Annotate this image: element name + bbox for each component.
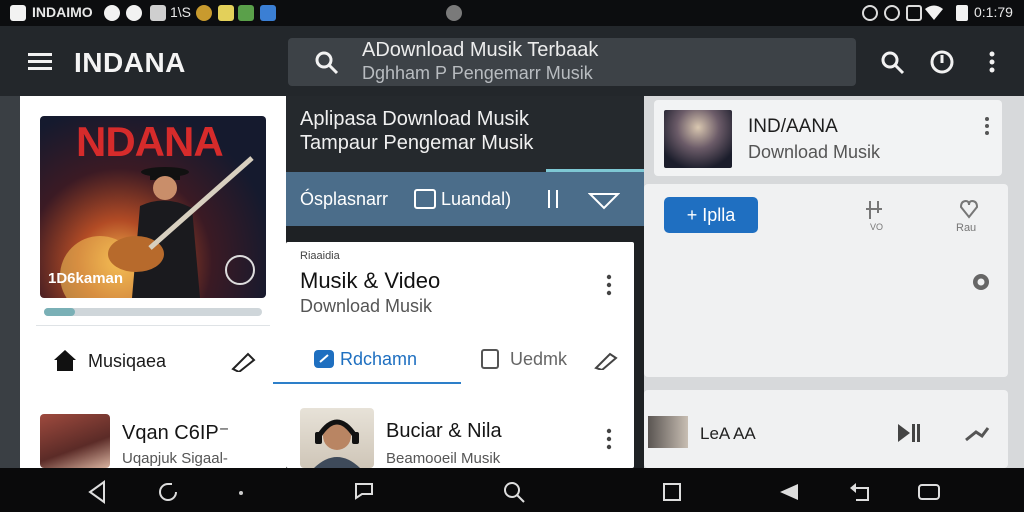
track-thumbnail[interactable] — [40, 414, 110, 468]
nav-back-icon[interactable] — [86, 480, 108, 504]
music-note-icon[interactable] — [862, 199, 886, 223]
vibrate-icon — [884, 5, 900, 21]
progress-fill — [44, 308, 75, 316]
nav-search-icon[interactable] — [502, 480, 526, 504]
search-icon — [315, 51, 339, 75]
gear-icon[interactable] — [970, 271, 992, 293]
battery-icon — [956, 5, 968, 21]
search-action-icon[interactable] — [880, 50, 906, 76]
tab-music[interactable]: Musiqaea — [88, 351, 166, 372]
playlist-icon — [314, 350, 334, 368]
status-bar: INDAIMO 1\S 0:1:79 — [0, 0, 1024, 26]
nfc-icon — [906, 5, 922, 21]
card-subtitle: Download Musik — [300, 296, 433, 316]
download-box-icon[interactable] — [414, 189, 436, 209]
wifi-icon — [925, 5, 943, 20]
music-note-label: VO — [870, 222, 884, 232]
home-icon[interactable] — [52, 348, 78, 372]
play-pause-icon[interactable] — [896, 422, 920, 444]
heart-icon[interactable] — [958, 199, 980, 219]
artist-more-icon[interactable] — [982, 116, 992, 136]
nav-rotate-icon[interactable] — [156, 480, 180, 504]
next-icon[interactable] — [964, 424, 990, 444]
left-edge — [0, 96, 20, 468]
list-more-icon[interactable] — [604, 428, 614, 450]
toolbar-item-1[interactable]: Ósplasnarr — [300, 189, 388, 210]
artist-card-subtitle: Download Musik — [748, 142, 881, 162]
mini-player[interactable] — [644, 390, 1008, 468]
nav-dot-icon — [239, 491, 243, 495]
toolbar-item-2[interactable]: Luandal) — [441, 189, 511, 210]
app-title: INDANA — [74, 47, 186, 78]
edit-icon[interactable] — [230, 350, 260, 372]
equalizer-icon[interactable] — [543, 188, 563, 210]
nav-undo-icon[interactable] — [848, 480, 872, 504]
mini-player-title: LeA AA — [700, 424, 756, 443]
share-icon[interactable] — [588, 190, 620, 210]
status-app-label: INDAIMO — [32, 4, 93, 20]
concert-thumbnail[interactable] — [664, 110, 732, 168]
nav-switch-icon[interactable] — [916, 480, 942, 504]
nav-back-filled-icon[interactable] — [778, 482, 800, 502]
search-suggestion[interactable]: Dghham P Pengemarr Musik — [362, 63, 593, 84]
notes-icon — [218, 5, 234, 21]
tab-other[interactable]: Uedmk — [510, 349, 567, 370]
menu-icon[interactable] — [28, 52, 54, 72]
file-icon — [238, 5, 254, 21]
promo-title-line1: Aplipasa Download Musik — [300, 108, 530, 130]
card-more-icon[interactable] — [604, 274, 614, 296]
mini-player-thumbnail — [648, 416, 688, 448]
shield-icon — [260, 5, 276, 21]
messenger-icon — [126, 5, 142, 21]
library-icon[interactable] — [480, 348, 502, 372]
play-button[interactable]: + Iplla — [664, 197, 758, 233]
promo-title-line2: Tampaur Pengemar Musik — [300, 132, 534, 154]
artist-subtitle: Beamooeil Musik — [386, 450, 501, 467]
chat-icon — [104, 5, 120, 21]
card-small-label: Riaaidia — [300, 250, 340, 262]
divider — [36, 325, 270, 326]
camera-dot-icon — [446, 5, 462, 21]
artist-thumbnail[interactable] — [300, 408, 374, 468]
tab-active[interactable]: Rdchamn — [340, 349, 417, 370]
chrome-icon — [196, 5, 212, 21]
headphones-person-illustration — [314, 419, 360, 468]
pencil-icon[interactable] — [594, 350, 620, 370]
app-notification-icon — [10, 5, 26, 21]
alarm-icon — [862, 5, 878, 21]
card-title: Musik & Video — [300, 268, 441, 293]
album-caption: 1D6kaman — [48, 270, 124, 287]
tab-indicator — [273, 382, 461, 384]
album-title: NDANA — [76, 118, 224, 165]
search-input[interactable]: ADownload Musik Terbaak — [362, 39, 598, 62]
track-title[interactable]: Vqan C6IP⁻ — [122, 420, 229, 445]
status-time: 0:1:79 — [974, 4, 1013, 20]
nav-recents-icon[interactable] — [662, 482, 682, 502]
artist-title[interactable]: Buciar & Nila — [386, 420, 502, 443]
track-subtitle: Uqapjuk Sigaal- — [122, 450, 228, 467]
more-vert-icon[interactable] — [987, 50, 997, 76]
gallery-icon — [150, 5, 166, 21]
progress-track[interactable] — [44, 308, 262, 316]
status-text: 1\S — [170, 4, 192, 20]
nav-share-icon[interactable] — [352, 480, 376, 504]
artist-card-title: IND/AANA — [748, 116, 838, 137]
heart-label: Rau — [956, 222, 977, 234]
power-icon[interactable] — [929, 49, 955, 75]
